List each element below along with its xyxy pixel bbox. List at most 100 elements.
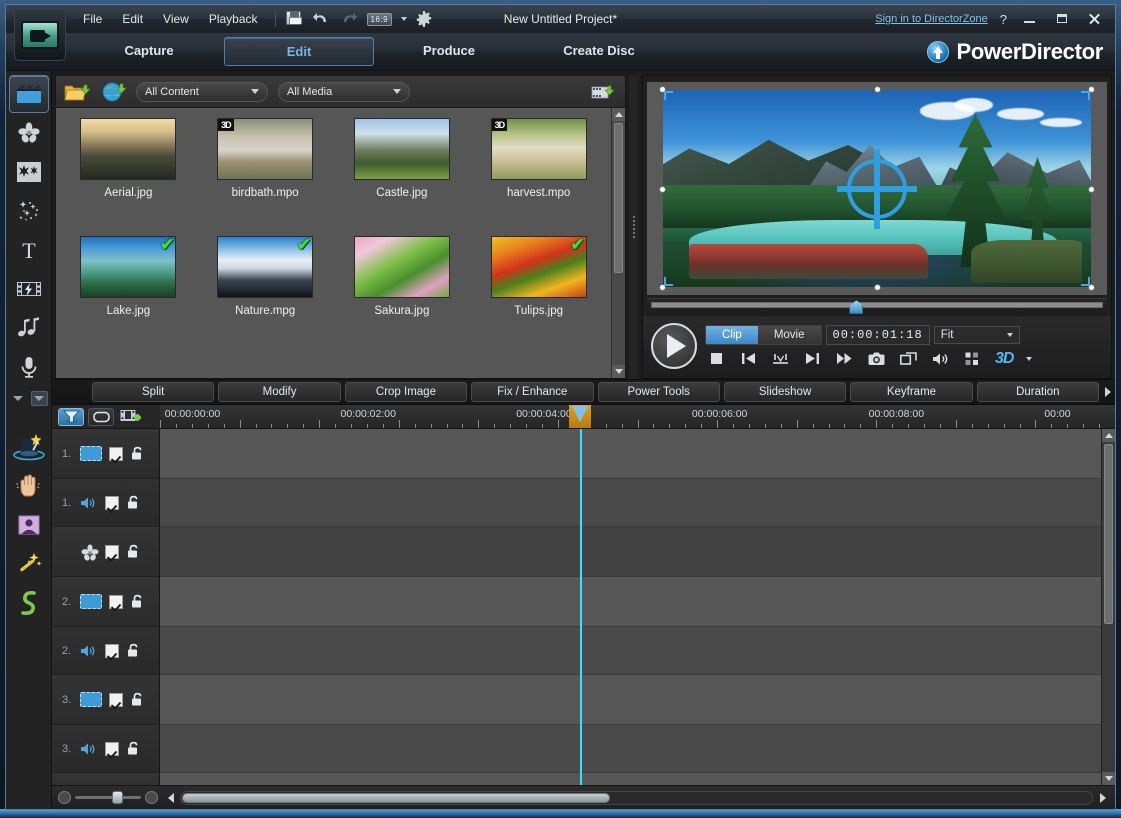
detach-preview-button[interactable] (899, 351, 918, 367)
track-lanes[interactable]: Nature.mpgNature.mpgTulips.jpgLake.jpgLa… (160, 429, 1115, 785)
media-thumbnail[interactable] (80, 118, 176, 180)
menu-playback[interactable]: Playback (200, 9, 267, 29)
media-filter-dropdown[interactable]: All Media (278, 82, 410, 102)
track-header-video-3[interactable]: 3. (52, 675, 159, 725)
scroll-track[interactable] (1102, 442, 1115, 772)
hscroll-track[interactable] (180, 791, 1093, 805)
clip-mode-button[interactable]: Clip (706, 326, 758, 344)
fit-dropdown[interactable]: Fit (934, 326, 1020, 344)
media-thumbnail[interactable]: ✔ (491, 236, 587, 298)
track-enable-checkbox[interactable] (105, 644, 119, 658)
chevron-down-icon[interactable] (1026, 357, 1032, 361)
aspect-ratio-selector[interactable]: 16:9 (367, 13, 393, 26)
media-item-harvest-mpo[interactable]: 3Dharvest.mpo (470, 118, 607, 236)
media-thumbnail[interactable]: 3D (217, 118, 313, 180)
zoom-in-icon[interactable] (145, 791, 158, 804)
selection-handle-mr[interactable] (1088, 186, 1095, 193)
directorzone-signin-link[interactable]: Sign in to DirectorZone (875, 13, 988, 25)
tab-capture[interactable]: Capture (74, 37, 224, 66)
track-enable-checkbox[interactable] (105, 496, 119, 510)
track-lock-icon[interactable] (130, 446, 145, 461)
timecode-display[interactable]: 00:00:01:18 (826, 325, 930, 345)
undo-icon[interactable] (313, 11, 331, 28)
media-item-castle-jpg[interactable]: Castle.jpg (334, 118, 471, 236)
help-icon[interactable]: ? (998, 12, 1009, 27)
selection-handle-ml[interactable] (659, 186, 666, 193)
timeline-view-button[interactable] (58, 408, 84, 426)
function-button-split[interactable]: Split (92, 382, 214, 402)
library-scrollbar[interactable] (611, 108, 625, 378)
hscroll-thumb[interactable] (182, 793, 610, 803)
track-lock-icon[interactable] (126, 544, 141, 559)
track-lane-video-2[interactable] (160, 577, 1115, 627)
timeline-horizontal-scrollbar[interactable] (164, 791, 1109, 805)
media-item-aerial-jpg[interactable]: Aerial.jpg (60, 118, 197, 236)
maximize-button[interactable] (1051, 10, 1073, 28)
track-lock-icon[interactable] (130, 594, 145, 609)
sidebar-item-magic-fix[interactable] (9, 545, 49, 583)
media-item-birdbath-mpo[interactable]: 3Dbirdbath.mpo (197, 118, 334, 236)
zoom-knob[interactable] (112, 791, 123, 804)
track-lane-video-4[interactable] (160, 773, 1115, 785)
track-enable-checkbox[interactable] (105, 545, 119, 559)
track-enable-checkbox[interactable] (109, 447, 123, 461)
media-item-sakura-jpg[interactable]: Sakura.jpg (334, 236, 471, 354)
scroll-thumb[interactable] (1104, 444, 1113, 624)
track-lane-video-1[interactable] (160, 429, 1115, 479)
timeline-ruler[interactable]: 00:00:00:0000:00:02:0000:00:04:0000:00:0… (160, 405, 1115, 428)
function-button-crop-image[interactable]: Crop Image (345, 382, 467, 402)
track-header-video-4[interactable]: 4. (52, 773, 159, 785)
function-button-fix-enhance[interactable]: Fix / Enhance (471, 382, 593, 402)
function-button-duration[interactable]: Duration (977, 382, 1099, 402)
track-lane-audio-3[interactable] (160, 725, 1115, 773)
tab-produce[interactable]: Produce (374, 37, 524, 66)
storyboard-view-button[interactable] (88, 408, 114, 426)
sidebar-item-media-room[interactable] (9, 75, 49, 113)
track-lock-icon[interactable] (126, 643, 141, 658)
sidebar-item-magic-cut[interactable] (9, 506, 49, 544)
previous-frame-button[interactable] (739, 351, 758, 367)
sidebar-item-transition-room[interactable] (9, 270, 49, 308)
scroll-left-icon[interactable] (164, 791, 177, 805)
scroll-down-icon[interactable] (612, 365, 626, 378)
track-header-audio-3[interactable]: 3. (52, 725, 159, 773)
pan-crosshair-icon[interactable] (847, 159, 907, 219)
timeline-zoom-slider[interactable] (58, 791, 158, 804)
scroll-up-icon[interactable] (612, 108, 626, 121)
track-header-video-1[interactable]: 1. (52, 429, 159, 479)
media-thumbnail[interactable] (354, 118, 450, 180)
menu-view[interactable]: View (154, 9, 198, 29)
track-header-audio-1[interactable]: 1. (52, 479, 159, 527)
scroll-track[interactable] (612, 121, 625, 365)
track-lock-icon[interactable] (126, 495, 141, 510)
sidebar-item-voice-over-room[interactable] (9, 348, 49, 386)
volume-button[interactable] (931, 351, 950, 367)
track-header-fx[interactable] (52, 527, 159, 577)
media-thumbnail[interactable]: ✔ (217, 236, 313, 298)
scroll-thumb[interactable] (614, 123, 623, 273)
preview-quality-button[interactable] (963, 351, 982, 367)
track-lane-audio-1[interactable] (160, 479, 1115, 527)
media-item-lake-jpg[interactable]: ✔Lake.jpg (60, 236, 197, 354)
scroll-down-icon[interactable] (1102, 772, 1116, 785)
function-button-keyframe[interactable]: Keyframe (850, 382, 972, 402)
media-thumbnail[interactable]: 3D (491, 118, 587, 180)
track-lane-audio-2[interactable] (160, 627, 1115, 675)
fast-forward-button[interactable] (835, 351, 854, 367)
sidebar-item-magic-motion[interactable] (9, 467, 49, 505)
function-button-slideshow[interactable]: Slideshow (724, 382, 846, 402)
media-item-tulips-jpg[interactable]: ✔Tulips.jpg (470, 236, 607, 354)
scrubber-track[interactable] (651, 302, 1103, 308)
movie-mode-button[interactable]: Movie (758, 326, 821, 344)
zoom-out-icon[interactable] (58, 791, 71, 804)
sidebar-item-pip-object-room[interactable] (9, 153, 49, 191)
sidebar-item-magic-style[interactable] (9, 584, 49, 622)
tab-create-disc[interactable]: Create Disc (524, 37, 674, 66)
content-filter-dropdown[interactable]: All Content (136, 82, 268, 102)
track-lane-fx[interactable] (160, 527, 1115, 577)
function-bar-more-icon[interactable] (1105, 387, 1111, 397)
chevron-down-icon[interactable] (401, 17, 407, 21)
function-button-modify[interactable]: Modify (218, 382, 340, 402)
playhead-handle[interactable] (569, 405, 591, 428)
media-thumbnail[interactable] (354, 236, 450, 298)
